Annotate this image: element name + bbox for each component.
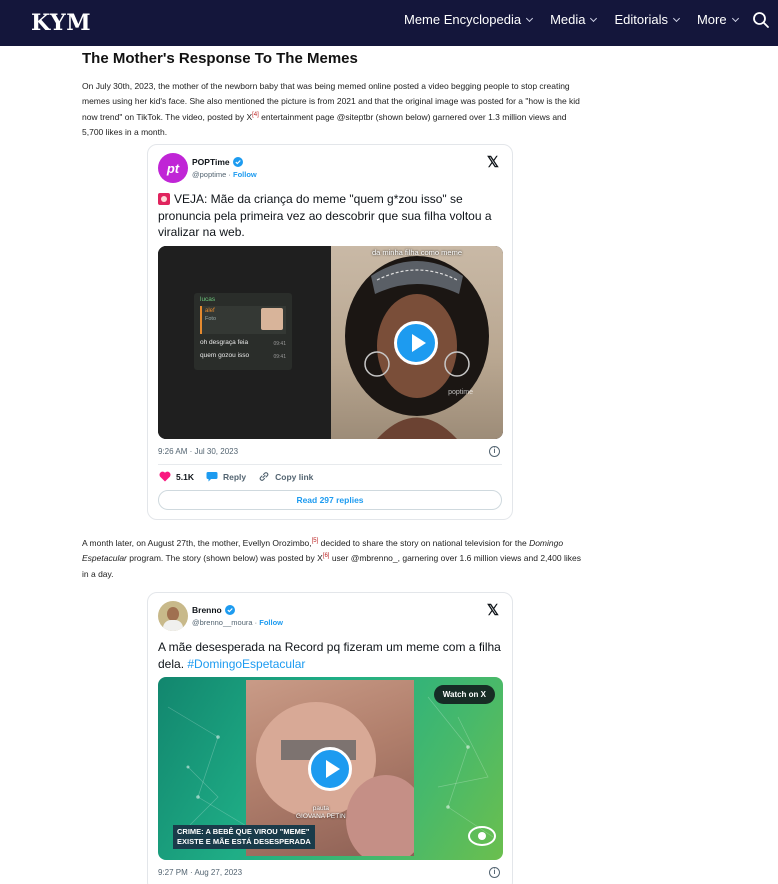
banner-line: EXISTE E MÃE ESTÁ DESESPERADA [177,837,311,846]
nav-label: Editorials [614,12,668,27]
display-name[interactable]: Brenno [192,605,222,615]
chat-time: 09:41 [273,341,286,347]
main-nav: Meme Encyclopedia Media Editorials More [404,12,756,27]
paragraph-1: On July 30th, 2023, the mother of the ne… [82,79,582,141]
avatar[interactable]: pt [158,153,188,183]
nav-label: Meme Encyclopedia [404,12,522,27]
article-body-2: A month later, on August 27th, the mothe… [82,536,582,582]
tv-network-logo-icon [468,826,496,846]
chat-sender: lucas [200,296,216,303]
chevron-down-icon [526,14,534,22]
tweet-header: Brenno @brenno__moura · Follow [158,601,283,631]
copy-link-label: Copy link [275,471,314,482]
chat-quote: alef Foto [200,306,286,334]
tweet-author: POPTime @poptime · Follow [192,157,257,179]
chevron-down-icon [672,14,680,22]
tweet-text: VEJA: Mãe da criança do meme "quem g*zou… [158,191,504,241]
follow-link[interactable]: Follow [259,618,283,627]
info-icon[interactable]: i [489,867,500,878]
hashtag-link[interactable]: #DomingoEspetacular [187,657,305,671]
top-navbar: KYM Meme Encyclopedia Media Editorials M… [0,0,778,46]
caption-line: pauta [312,805,329,812]
tweet-timestamp[interactable]: 9:27 PM · Aug 27, 2023 [158,868,242,877]
tweet-author: Brenno @brenno__moura · Follow [192,605,283,627]
chat-screenshot: lucas alef Foto oh desgraça feia 09:41 qu… [158,246,330,439]
divider [158,464,502,465]
tweet-text: A mãe desesperada na Record pq fizeram u… [158,639,504,672]
paragraph-2: A month later, on August 27th, the mothe… [82,536,582,582]
verified-badge-icon [232,157,243,167]
link-icon [259,472,269,481]
tweet-text-content: VEJA: Mãe da criança do meme "quem g*zou… [158,192,492,239]
nav-more[interactable]: More [696,12,739,27]
separator: · [228,170,231,179]
play-button[interactable] [394,321,438,365]
tweet-header: pt POPTime @poptime · Follow [158,153,257,183]
read-replies-button[interactable]: Read 297 replies [158,490,502,510]
nav-media[interactable]: Media [550,12,598,27]
tweet-video[interactable]: pauta GIOVANA PETIN CRIME: A BEBÊ QUE VIR… [158,677,503,860]
tweet-actions: 5.1K Reply Copy link [159,471,325,482]
video-caption: pauta GIOVANA PETIN [296,805,346,821]
chevron-down-icon [590,14,598,22]
site-logo[interactable]: KYM [31,10,91,36]
like-button[interactable]: 5.1K [159,471,194,482]
chat-message: quem gozou isso [200,352,250,359]
embedded-tweet-brenno: Brenno @brenno__moura · Follow 𝕏 A mãe d… [147,592,513,884]
reply-label: Reply [222,471,247,482]
paragraph-text: A month later, on August 27th, the mothe… [82,538,312,548]
video-overlay-text: da minha filha como meme [371,248,463,257]
search-icon[interactable] [752,11,770,29]
paragraph-text: program. The story (shown below) was pos… [126,553,323,564]
avatar[interactable] [158,601,188,631]
video-watermark: poptime [448,389,473,396]
play-button[interactable] [308,747,352,791]
tweet-timestamp[interactable]: 9:26 AM · Jul 30, 2023 [158,447,238,456]
nav-meme-encyclopedia[interactable]: Meme Encyclopedia [404,12,534,27]
display-name[interactable]: POPTime [192,157,230,167]
reply-button[interactable]: Reply [206,471,246,482]
paragraph-text: decided to share the story on national t… [318,538,530,548]
reply-icon [206,472,218,482]
siren-emoji-icon [158,193,170,205]
handle[interactable]: @brenno__moura [192,618,253,627]
quoted-type: Foto [205,316,217,322]
nav-editorials[interactable]: Editorials [614,12,680,27]
heart-icon [159,471,171,482]
chat-message: oh desgraça feia [200,339,249,346]
chevron-down-icon [731,14,739,22]
separator: · [254,618,258,627]
chat-time: 09:41 [273,354,286,360]
nav-label: More [696,12,727,27]
banner-line: CRIME: A BEBÊ QUE VIROU "MEME" [177,827,310,836]
follow-link[interactable]: Follow [233,170,257,179]
tweet-video[interactable]: lucas alef Foto oh desgraça feia 09:41 qu… [158,246,503,439]
info-icon[interactable]: i [489,446,500,457]
like-count: 5.1K [176,471,194,482]
nav-label: Media [550,12,586,27]
reference-link[interactable]: [4] [252,112,259,118]
section-heading: The Mother's Response To The Memes [82,50,358,67]
copy-link-button[interactable]: Copy link [258,471,313,482]
chat-bubble: lucas alef Foto oh desgraça feia 09:41 qu… [194,293,292,370]
verified-badge-icon [224,605,235,615]
news-banner: CRIME: A BEBÊ QUE VIROU "MEME" EXISTE E M… [173,825,315,849]
article-body: The Mother's Response To The Memes On Ju… [82,50,582,141]
quoted-photo-thumbnail [261,308,283,330]
quoted-name: alef [205,308,215,314]
embedded-tweet-poptime: pt POPTime @poptime · Follow 𝕏 VEJA: Mãe… [147,144,513,520]
avatar-text: pt [166,160,180,176]
caption-line: GIOVANA PETIN [296,813,346,820]
handle[interactable]: @poptime [192,170,226,179]
watch-on-x-button[interactable]: Watch on X [433,685,495,704]
x-logo-icon[interactable]: 𝕏 [487,601,499,619]
x-logo-icon[interactable]: 𝕏 [487,153,499,171]
